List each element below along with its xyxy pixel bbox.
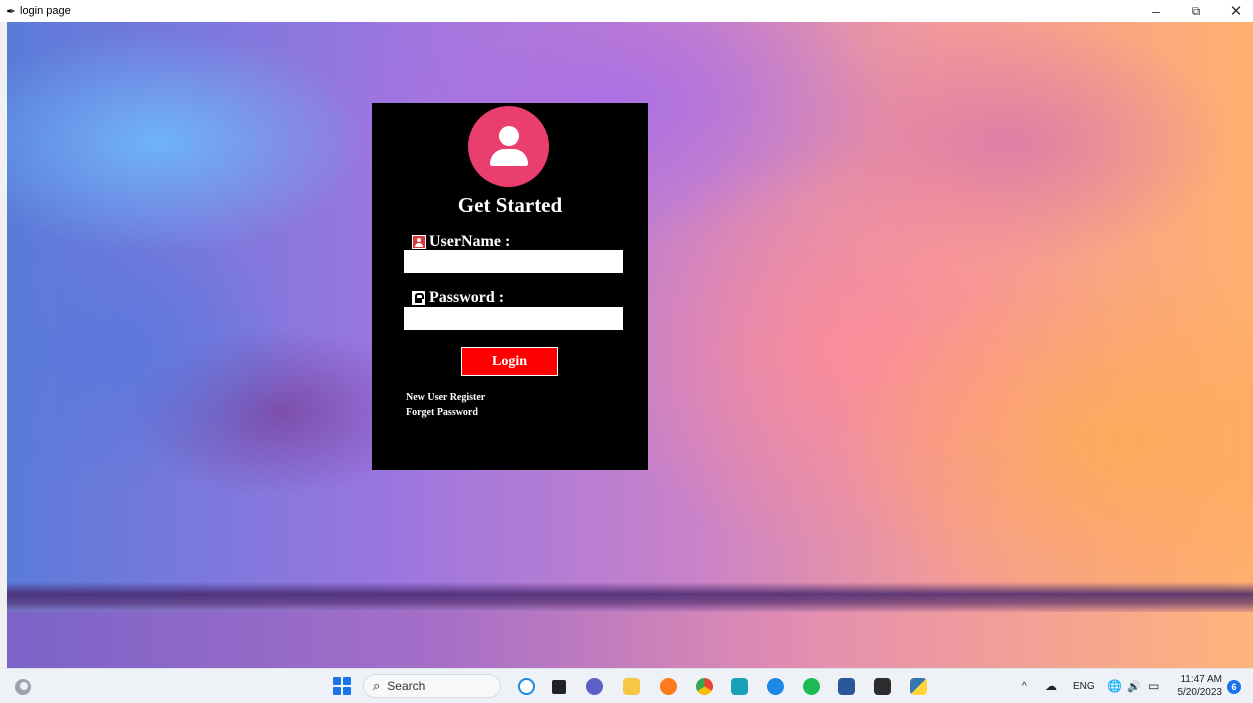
minimize-button[interactable]: – xyxy=(1138,0,1174,22)
word-icon[interactable] xyxy=(838,678,855,695)
avatar-body xyxy=(490,149,528,166)
user-icon xyxy=(412,235,426,249)
taskbar: ⌕ Search ^ ☁ ENG 🌐 🔊 ▭ 11:47 AM 5/20/202… xyxy=(0,668,1253,703)
edge-icon[interactable] xyxy=(767,678,784,695)
start-tile xyxy=(343,677,351,685)
horizon-band xyxy=(7,582,1253,612)
password-label-text: Password : xyxy=(429,289,505,306)
terminal-icon[interactable] xyxy=(874,678,891,695)
spotify-icon[interactable] xyxy=(803,678,820,695)
login-panel: Get Started UserName : Password : Login … xyxy=(372,103,648,470)
notification-badge[interactable]: 6 xyxy=(1227,680,1241,694)
firefox-icon[interactable] xyxy=(660,678,677,695)
maximize-button[interactable]: ⧉ xyxy=(1178,0,1214,22)
teams-chat-icon[interactable] xyxy=(586,678,603,695)
avatar-icon xyxy=(468,106,549,187)
register-link[interactable]: New User Register xyxy=(406,392,485,403)
search-icon: ⌕ xyxy=(373,678,381,693)
network-icon[interactable]: 🌐 xyxy=(1107,669,1122,703)
chrome-icon[interactable] xyxy=(696,678,713,695)
forgot-password-link[interactable]: Forget Password xyxy=(406,407,478,418)
python-icon[interactable] xyxy=(910,678,927,695)
folder-icon[interactable] xyxy=(623,678,640,695)
password-input[interactable] xyxy=(404,307,623,330)
clock-date: 5/20/2023 xyxy=(1177,687,1223,698)
search-label: Search xyxy=(387,679,426,693)
username-input[interactable] xyxy=(404,250,623,273)
password-label: Password : xyxy=(412,289,504,307)
water-band xyxy=(7,612,1253,668)
username-label-text: UserName : xyxy=(429,233,511,250)
username-label: UserName : xyxy=(412,233,510,251)
clock[interactable]: 11:47 AM 5/20/2023 xyxy=(1174,673,1223,699)
window-title: login page xyxy=(20,5,71,17)
battery-icon[interactable]: ▭ xyxy=(1148,669,1159,703)
start-tile xyxy=(333,677,341,685)
clock-time: 11:47 AM xyxy=(1180,674,1222,685)
avatar-head xyxy=(499,126,519,146)
language-indicator[interactable]: ENG xyxy=(1073,669,1095,703)
onedrive-icon[interactable]: ☁ xyxy=(1045,669,1057,703)
taskbar-search[interactable]: ⌕ Search xyxy=(363,674,501,698)
app-icon[interactable] xyxy=(731,678,748,695)
start-tile xyxy=(343,687,351,695)
feather-icon: ✒ xyxy=(6,5,16,18)
start-tile xyxy=(333,687,341,695)
file-explorer-icon[interactable] xyxy=(552,680,566,694)
page-title: Get Started xyxy=(457,193,563,217)
close-button[interactable]: ✕ xyxy=(1218,0,1253,22)
lock-icon xyxy=(412,291,425,305)
login-button[interactable]: Login xyxy=(461,347,558,376)
weather-icon[interactable] xyxy=(15,679,31,695)
volume-icon[interactable]: 🔊 xyxy=(1127,669,1141,703)
start-icon[interactable] xyxy=(333,677,351,695)
title-bar: ✒ login page – ⧉ ✕ xyxy=(0,0,1253,22)
bing-icon[interactable] xyxy=(518,678,535,695)
tray-chevron-icon[interactable]: ^ xyxy=(1022,669,1027,703)
